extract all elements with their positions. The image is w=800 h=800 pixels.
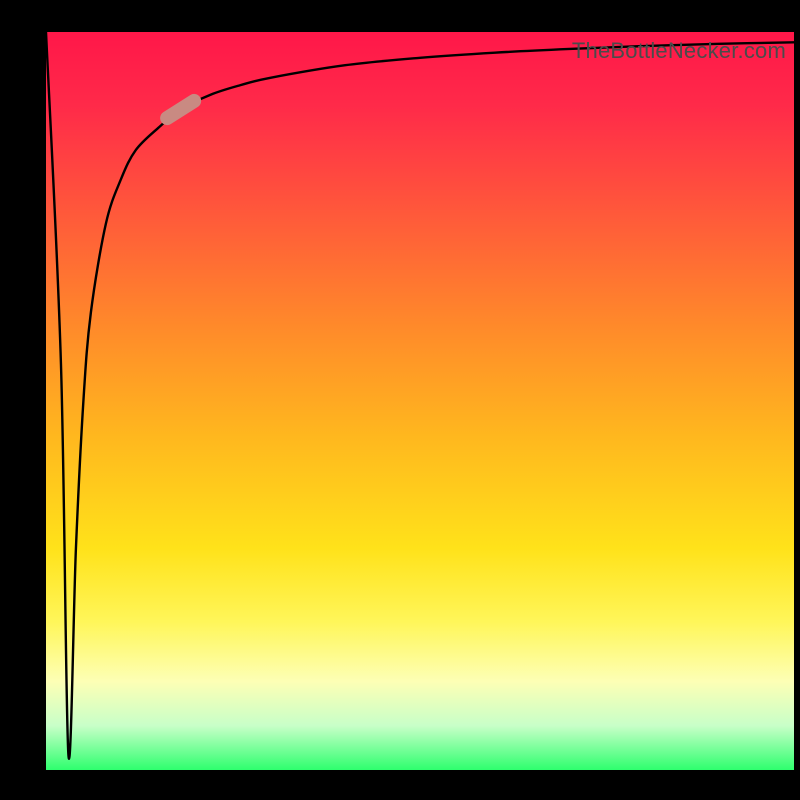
curve-layer bbox=[46, 32, 794, 770]
chart-frame: TheBottleNecker.com bbox=[0, 0, 800, 800]
plot-area: TheBottleNecker.com bbox=[46, 32, 794, 770]
bottleneck-curve bbox=[46, 32, 794, 759]
curve-marker bbox=[157, 91, 203, 127]
attribution-text: TheBottleNecker.com bbox=[572, 38, 786, 64]
